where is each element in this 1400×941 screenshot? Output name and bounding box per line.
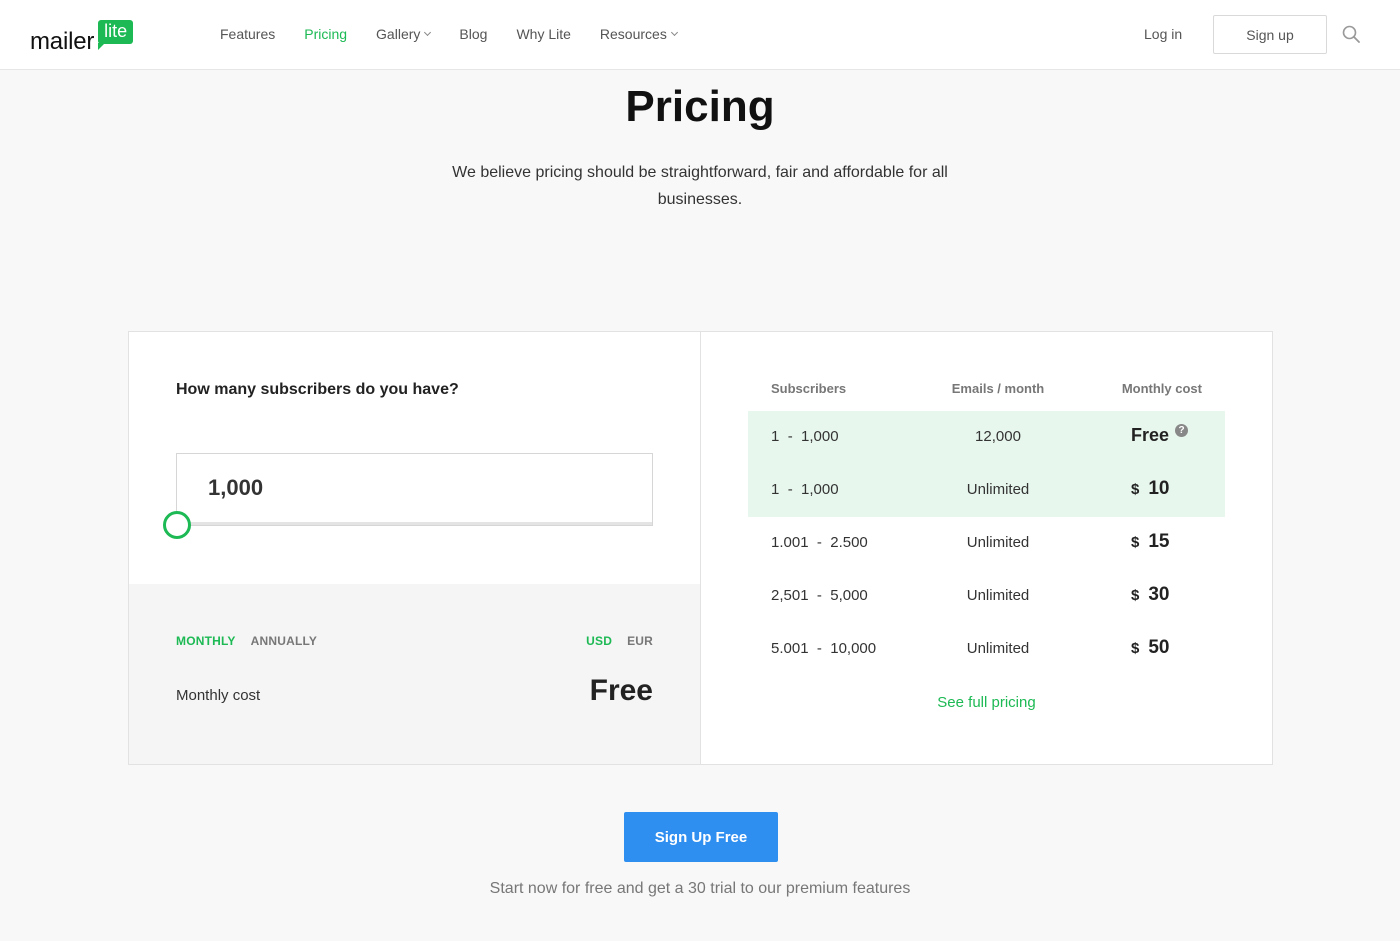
- emails-per-month: Unlimited: [966, 587, 1030, 604]
- nav-resources-label: Resources: [599, 26, 667, 42]
- cost-value: 50: [1148, 637, 1170, 658]
- nav-why-lite-label: Why Lite: [516, 26, 571, 42]
- signup-free-button[interactable]: Sign Up Free: [624, 812, 778, 862]
- monthly-cost-cell: $ 10: [1131, 478, 1169, 500]
- nav-blog[interactable]: Blog: [459, 24, 487, 44]
- nav-resources[interactable]: Resources: [599, 24, 678, 44]
- logo-word: mailer: [30, 28, 95, 55]
- emails-per-month: Unlimited: [966, 481, 1030, 498]
- table-row: 5.001 - 10,000 Unlimited $ 50: [748, 623, 1225, 676]
- monthly-cost-label: Monthly cost: [176, 687, 261, 704]
- table-row: 2,501 - 5,000 Unlimited $ 30: [748, 570, 1225, 623]
- page-title: Pricing: [625, 82, 775, 131]
- currency-symbol: $: [1131, 480, 1140, 498]
- monthly-cost-cell: Free ?: [1131, 424, 1189, 446]
- range-to: 2.500: [830, 534, 868, 551]
- nav-pricing-label: Pricing: [304, 26, 348, 42]
- pricing-table-header: Subscribers Emails / month Monthly cost: [748, 381, 1225, 397]
- range-separator: -: [787, 428, 793, 445]
- header-subscribers: Subscribers: [771, 381, 847, 396]
- subscribers-slider-handle[interactable]: [163, 511, 191, 539]
- signup-button[interactable]: Sign up: [1213, 15, 1327, 54]
- range-from: 1: [771, 481, 780, 498]
- pricing-card: How many subscribers do you have? 1,000 …: [128, 331, 1273, 765]
- emails-per-month: Unlimited: [966, 534, 1030, 551]
- search-icon[interactable]: [1342, 25, 1360, 43]
- currency-symbol: $: [1131, 533, 1140, 551]
- site-header: mailer lite Features Pricing Gallery Blo…: [0, 0, 1400, 70]
- mailerlite-logo[interactable]: mailer lite: [30, 20, 134, 55]
- range-from: 1: [771, 428, 780, 445]
- table-row: 1.001 - 2.500 Unlimited $ 15: [748, 517, 1225, 570]
- nav-gallery-label: Gallery: [376, 26, 421, 42]
- help-icon[interactable]: ?: [1175, 424, 1189, 437]
- range-from: 1.001: [771, 534, 809, 551]
- monthly-cost-cell: $ 30: [1131, 584, 1169, 606]
- cost-value: 30: [1148, 584, 1170, 605]
- monthly-cost-value: Free: [589, 674, 653, 707]
- cta-note: Start now for free and get a 30 trial to…: [489, 880, 911, 897]
- header-emails: Emails / month: [951, 381, 1045, 396]
- cost-value: Free: [1131, 425, 1170, 445]
- subscriber-range: 2,501 - 5,000: [771, 587, 868, 604]
- billing-currency-toggles: MONTHLY ANNUALLY USD EUR: [176, 634, 653, 650]
- range-from: 2,501: [771, 587, 809, 604]
- table-row: 1 - 1,000 Unlimited $ 10: [748, 464, 1225, 517]
- range-to: 5,000: [830, 587, 868, 604]
- range-separator: -: [816, 534, 822, 551]
- main-nav: Features Pricing Gallery Blog Why Lite R…: [220, 24, 706, 44]
- pricing-table: Subscribers Emails / month Monthly cost …: [701, 332, 1272, 764]
- subscriber-range: 1 - 1,000: [771, 481, 839, 498]
- nav-blog-label: Blog: [459, 26, 488, 42]
- billing-annually[interactable]: ANNUALLY: [251, 634, 318, 648]
- subscriber-range: 5.001 - 10,000: [771, 640, 876, 657]
- cost-value: 10: [1148, 478, 1170, 499]
- billing-monthly[interactable]: MONTHLY: [176, 634, 236, 648]
- table-row: 1 - 1,000 12,000 Free ?: [748, 411, 1225, 464]
- range-separator: -: [816, 587, 822, 604]
- see-full-pricing-link[interactable]: See full pricing: [701, 694, 1272, 711]
- monthly-cost-cell: $ 50: [1131, 637, 1169, 659]
- billing-toggle: MONTHLY ANNUALLY: [176, 634, 332, 648]
- currency-toggle: USD EUR: [571, 634, 653, 648]
- subscriber-range: 1 - 1,000: [771, 428, 839, 445]
- range-to: 1,000: [801, 481, 839, 498]
- subscribers-question: How many subscribers do you have?: [176, 381, 459, 398]
- emails-per-month: Unlimited: [966, 640, 1030, 657]
- nav-gallery[interactable]: Gallery: [376, 24, 432, 44]
- nav-features-label: Features: [220, 26, 276, 42]
- range-separator: -: [816, 640, 822, 657]
- nav-features[interactable]: Features: [220, 24, 275, 44]
- chevron-down-icon: [670, 28, 678, 37]
- currency-usd[interactable]: USD: [586, 634, 612, 648]
- page-subtitle: We believe pricing should be straightfor…: [452, 164, 948, 208]
- nav-why-lite[interactable]: Why Lite: [516, 24, 570, 44]
- nav-pricing[interactable]: Pricing: [304, 24, 347, 44]
- subscribers-input[interactable]: 1,000: [176, 453, 653, 523]
- range-to: 1,000: [801, 428, 839, 445]
- chevron-down-icon: [424, 28, 432, 37]
- emails-per-month: 12,000: [975, 428, 1021, 445]
- logo-badge: lite: [98, 20, 134, 50]
- login-link[interactable]: Log in: [1144, 24, 1182, 44]
- pricing-calculator: How many subscribers do you have? 1,000 …: [129, 332, 701, 764]
- header-monthly-cost: Monthly cost: [1121, 381, 1202, 396]
- currency-eur[interactable]: EUR: [627, 634, 653, 648]
- monthly-cost-cell: $ 15: [1131, 531, 1169, 553]
- range-from: 5.001: [771, 640, 809, 657]
- currency-symbol: $: [1131, 639, 1140, 657]
- pricing-rows: 1 - 1,000 12,000 Free ? 1 - 1,000 Unlimi…: [748, 411, 1225, 676]
- subscribers-slider-track[interactable]: [176, 522, 653, 526]
- range-to: 10,000: [830, 640, 877, 657]
- subscriber-range: 1.001 - 2.500: [771, 534, 868, 551]
- cost-value: 15: [1148, 531, 1170, 552]
- currency-symbol: $: [1131, 586, 1140, 604]
- range-separator: -: [787, 481, 793, 498]
